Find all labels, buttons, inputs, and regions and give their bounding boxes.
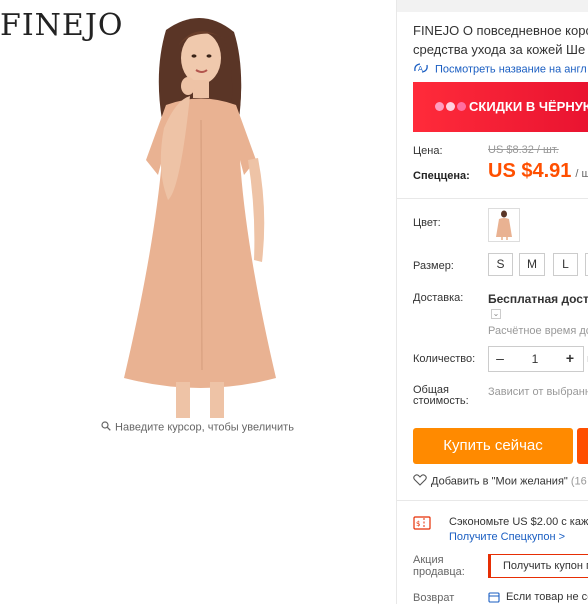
get-seller-coupon-button[interactable]: Получить купон п [488, 554, 588, 578]
special-price-label: Спеццена: [413, 170, 470, 182]
old-price: US $8.32 / шт. [488, 144, 559, 156]
translate-link[interactable]: A Посмотреть название на англ [413, 62, 587, 77]
seller-promo-label: Акция продавца: [413, 554, 465, 578]
svg-text:A: A [418, 65, 423, 73]
wishlist-text: Добавить в "Мои желания" [431, 475, 568, 488]
product-photo[interactable] [106, 10, 296, 418]
quantity-input[interactable]: 1 [511, 347, 559, 371]
brand-logo: FINEJO [0, 8, 124, 43]
shipping-value: Бесплатная достав [488, 292, 588, 306]
special-price: US $4.91/ ш [488, 160, 588, 183]
color-label: Цвет: [413, 217, 441, 229]
size-label: Размер: [413, 260, 454, 272]
coupon-icon: $ [413, 516, 431, 533]
product-page: FINEJO Наведите курсор, чтобы увеличить … [0, 0, 588, 604]
special-price-unit: / ш [575, 168, 588, 180]
product-info-panel: FINEJO О повседневное корс средства уход… [396, 0, 588, 604]
divider [397, 198, 588, 199]
add-to-wishlist[interactable]: Добавить в "Мои желания" (16 [413, 474, 587, 489]
size-option-m[interactable]: M [519, 253, 545, 276]
seller-promo-label-line-1: Акция [413, 554, 444, 566]
top-bar [397, 0, 588, 12]
shipping-label: Доставка: [413, 292, 464, 304]
product-title-line-1: FINEJO О повседневное корс [413, 23, 588, 38]
color-swatch[interactable] [488, 208, 520, 242]
total-label: Общая стоимость: [413, 385, 469, 407]
shipping-estimate: Расчётное время дс [488, 325, 588, 337]
return-icon [488, 591, 500, 604]
quantity-increase-button[interactable]: + [559, 347, 581, 371]
translate-link-text: Посмотреть название на англ [435, 63, 587, 76]
image-gallery: FINEJO Наведите курсор, чтобы увеличить [0, 0, 395, 604]
product-title: FINEJO О повседневное корс средства уход… [413, 21, 588, 59]
return-text: Если товар не со [506, 591, 588, 603]
return-label: Возврат [413, 592, 455, 604]
translate-icon: A [413, 62, 429, 77]
search-icon [101, 421, 111, 434]
add-to-cart-button[interactable] [577, 428, 588, 464]
total-value: Зависит от выбранн [488, 386, 588, 398]
total-label-line-2: стоимость: [413, 395, 469, 407]
banner-dots-icon [435, 100, 468, 114]
zoom-hint-text: Наведите курсор, чтобы увеличить [115, 421, 294, 434]
buy-now-button[interactable]: Купить сейчас [413, 428, 573, 464]
size-option-s[interactable]: S [488, 253, 513, 276]
sale-banner[interactable]: СКИДКИ В ЧЁРНУЮ [413, 82, 588, 132]
special-price-amount: US $4.91 [488, 160, 572, 182]
banner-text: СКИДКИ В ЧЁРНУЮ [469, 99, 588, 114]
quantity-label: Количество: [413, 353, 476, 365]
heart-icon [413, 474, 427, 489]
size-option-l[interactable]: L [553, 253, 578, 276]
chevron-down-icon[interactable]: ⌄ [491, 309, 501, 319]
wishlist-count: (16 [570, 475, 587, 488]
divider [397, 500, 588, 501]
product-title-line-2: средства ухода за кожей Ше [413, 42, 586, 57]
svg-text:$: $ [416, 520, 420, 528]
price-label: Цена: [413, 145, 443, 157]
seller-promo-label-line-2: продавца: [413, 566, 465, 578]
quantity-stepper: – 1 + [488, 346, 584, 372]
save-text: Сэкономьте US $2.00 с кажд [449, 516, 588, 528]
quantity-decrease-button[interactable]: – [489, 347, 511, 371]
zoom-hint: Наведите курсор, чтобы увеличить [0, 421, 395, 434]
get-coupon-link[interactable]: Получите Спецкупон > [449, 531, 565, 543]
